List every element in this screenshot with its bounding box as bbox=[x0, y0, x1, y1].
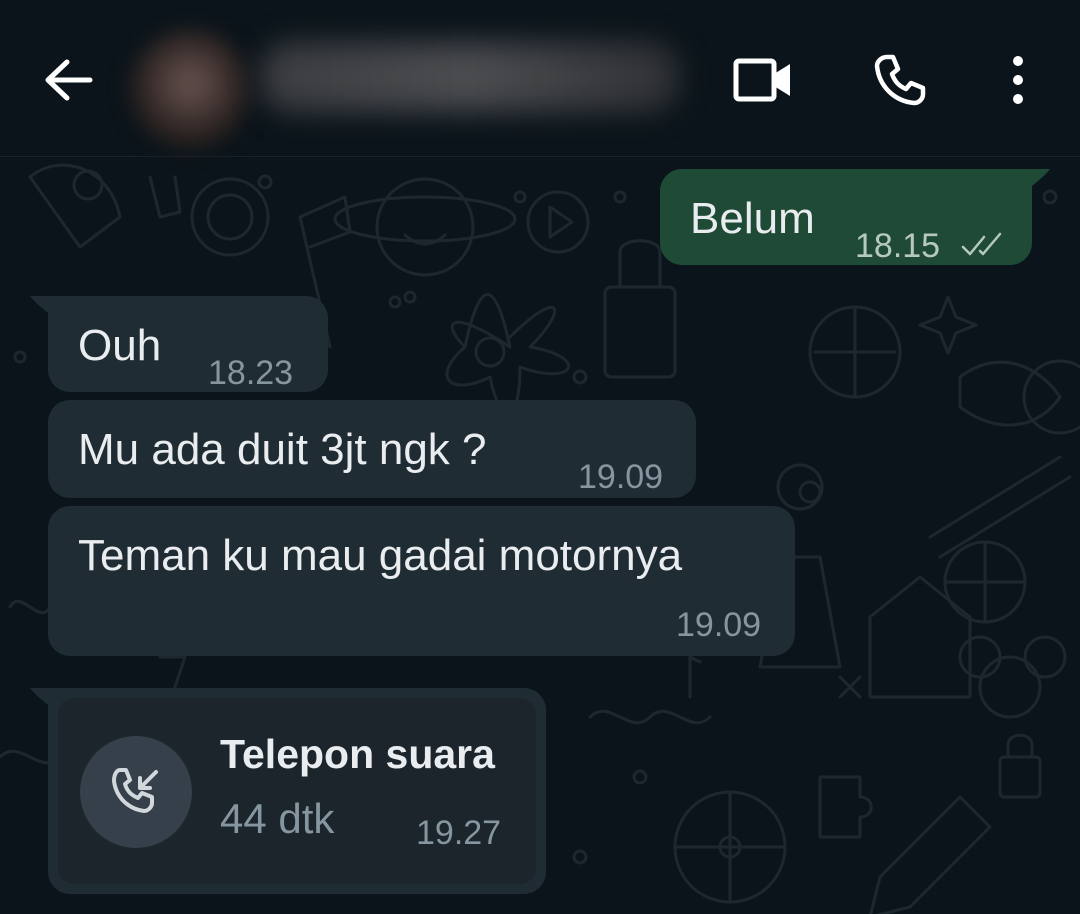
back-arrow-icon bbox=[45, 59, 93, 101]
phone-icon bbox=[874, 54, 926, 106]
message-bubble-outgoing[interactable]: Belum 18.15 bbox=[660, 169, 1032, 265]
voice-call-button[interactable] bbox=[858, 38, 942, 122]
message-text: Teman ku mau gadai motornya bbox=[78, 531, 683, 580]
double-check-read-icon bbox=[961, 232, 1002, 256]
call-title: Telepon suara bbox=[220, 731, 495, 777]
message-time: 19.27 bbox=[416, 814, 502, 852]
bubble-tail-out bbox=[1028, 169, 1050, 189]
message-time: 18.23 bbox=[208, 354, 294, 392]
chat-area[interactable]: Belum 18.15 Ouh 18.23 Mu ada duit 3jt ng… bbox=[0, 157, 1080, 914]
voice-call-message[interactable]: Telepon suara 44 dtk 19.27 bbox=[48, 688, 546, 894]
contact-avatar[interactable] bbox=[130, 30, 250, 150]
message-time: 18.15 bbox=[855, 227, 941, 265]
more-vertical-icon bbox=[1013, 56, 1023, 104]
video-camera-icon bbox=[733, 58, 790, 102]
message-text: Belum bbox=[690, 194, 815, 243]
call-duration: 44 dtk bbox=[220, 795, 335, 842]
message-time: 19.09 bbox=[578, 458, 664, 496]
message-time: 19.09 bbox=[676, 606, 762, 644]
call-icon-circle bbox=[80, 736, 192, 848]
video-call-button[interactable] bbox=[722, 38, 806, 122]
more-options-button[interactable] bbox=[976, 38, 1060, 122]
back-button[interactable] bbox=[30, 42, 106, 118]
contact-name[interactable] bbox=[260, 42, 680, 112]
incoming-call-icon bbox=[112, 768, 158, 813]
message-bubble-incoming[interactable]: Teman ku mau gadai motornya 19.09 bbox=[48, 506, 795, 656]
chat-header bbox=[0, 0, 1080, 157]
message-text: Mu ada duit 3jt ngk ? bbox=[78, 425, 487, 474]
message-bubble-incoming[interactable]: Ouh 18.23 bbox=[48, 296, 328, 392]
message-bubble-incoming[interactable]: Mu ada duit 3jt ngk ? 19.09 bbox=[48, 400, 696, 498]
message-text: Ouh bbox=[78, 321, 162, 370]
